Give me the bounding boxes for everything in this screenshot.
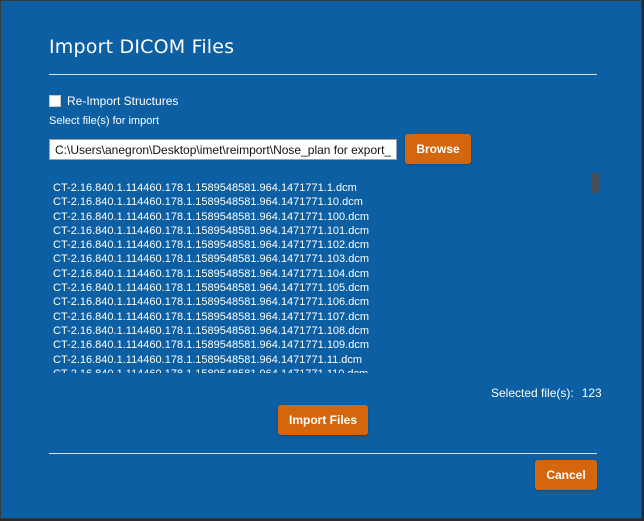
file-list[interactable]: CT-2.16.840.1.114460.178.1.1589548581.96… <box>49 181 589 373</box>
file-list-item[interactable]: CT-2.16.840.1.114460.178.1.1589548581.96… <box>49 195 589 209</box>
reimport-structures-checkbox[interactable] <box>49 95 61 107</box>
footer-divider <box>49 453 597 454</box>
selected-files-label: Selected file(s): <box>491 386 574 400</box>
file-list-item[interactable]: CT-2.16.840.1.114460.178.1.1589548581.96… <box>49 252 589 266</box>
title-divider <box>49 74 597 75</box>
selected-files-count: Selected file(s): 123 <box>491 386 602 400</box>
file-list-item[interactable]: CT-2.16.840.1.114460.178.1.1589548581.96… <box>49 238 589 252</box>
file-list-scrollbar[interactable] <box>591 173 599 193</box>
file-list-item[interactable]: CT-2.16.840.1.114460.178.1.1589548581.96… <box>49 324 589 338</box>
file-list-item[interactable]: CT-2.16.840.1.114460.178.1.1589548581.96… <box>49 224 589 238</box>
cancel-button[interactable]: Cancel <box>535 460 597 490</box>
import-files-button[interactable]: Import Files <box>278 405 368 435</box>
file-list-item[interactable]: CT-2.16.840.1.114460.178.1.1589548581.96… <box>49 295 589 309</box>
browse-button[interactable]: Browse <box>405 134 471 164</box>
file-path-input[interactable] <box>49 139 397 160</box>
import-dicom-dialog: Import DICOM Files Re-Import Structures … <box>0 0 642 519</box>
selected-files-value: 123 <box>581 386 602 400</box>
dialog-title: Import DICOM Files <box>49 36 235 58</box>
file-list-item[interactable]: CT-2.16.840.1.114460.178.1.1589548581.96… <box>49 281 589 295</box>
file-list-item[interactable]: CT-2.16.840.1.114460.178.1.1589548581.96… <box>49 353 589 367</box>
file-list-item[interactable]: CT-2.16.840.1.114460.178.1.1589548581.96… <box>49 310 589 324</box>
file-list-item[interactable]: CT-2.16.840.1.114460.178.1.1589548581.96… <box>49 338 589 352</box>
file-list-item[interactable]: CT-2.16.840.1.114460.178.1.1589548581.96… <box>49 210 589 224</box>
reimport-structures-row[interactable]: Re-Import Structures <box>49 94 178 108</box>
file-list-item[interactable]: CT-2.16.840.1.114460.178.1.1589548581.96… <box>49 181 589 195</box>
file-list-item[interactable]: CT-2.16.840.1.114460.178.1.1589548581.96… <box>49 267 589 281</box>
file-list-item[interactable]: CT-2.16.840.1.114460.178.1.1589548581.96… <box>49 367 589 373</box>
select-files-label: Select file(s) for import <box>49 115 160 127</box>
reimport-structures-label: Re-Import Structures <box>67 94 179 108</box>
